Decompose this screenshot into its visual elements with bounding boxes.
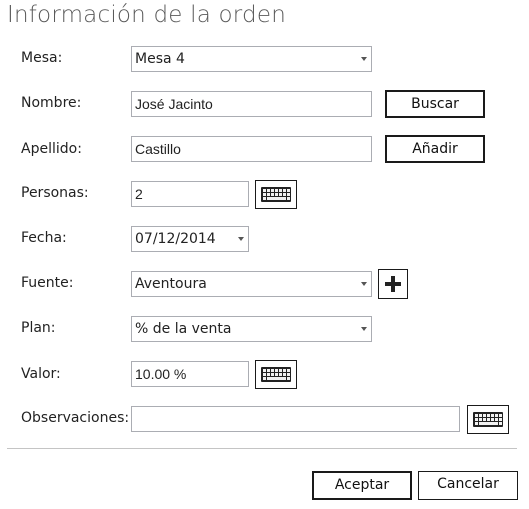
cancel-button[interactable]: Cancelar [418, 471, 518, 500]
add-fuente-button[interactable] [378, 269, 408, 299]
buscar-button[interactable]: Buscar [385, 90, 485, 118]
chevron-down-icon [361, 57, 367, 61]
plan-label: Plan: [21, 320, 56, 336]
plan-select[interactable]: % de la venta [131, 316, 372, 342]
keyboard-icon [261, 367, 291, 382]
plan-value: % de la venta [135, 321, 232, 337]
keyboard-icon [261, 187, 291, 202]
anadir-button[interactable]: Añadir [385, 135, 485, 163]
chevron-down-icon [361, 327, 367, 331]
mesa-value: Mesa 4 [135, 51, 185, 67]
personas-keyboard-button[interactable] [255, 180, 297, 209]
valor-input[interactable] [131, 361, 249, 387]
observaciones-label: Observaciones: [21, 410, 130, 426]
divider [7, 448, 517, 449]
fuente-value: Aventoura [135, 276, 207, 292]
keyboard-icon [473, 412, 503, 427]
nombre-label: Nombre: [21, 95, 82, 111]
window-title: Información de la orden [7, 2, 286, 28]
mesa-select[interactable]: Mesa 4 [131, 46, 372, 72]
personas-input[interactable] [131, 181, 249, 207]
nombre-input[interactable] [131, 91, 372, 117]
mesa-label: Mesa: [21, 50, 63, 66]
fecha-label: Fecha: [21, 230, 67, 246]
apellido-input[interactable] [131, 136, 372, 162]
valor-keyboard-button[interactable] [255, 360, 297, 389]
accept-button[interactable]: Aceptar [312, 471, 412, 500]
observaciones-keyboard-button[interactable] [467, 405, 509, 434]
fuente-label: Fuente: [21, 275, 74, 291]
fecha-value: 07/12/2014 [135, 231, 216, 247]
valor-label: Valor: [21, 366, 61, 382]
chevron-down-icon [238, 237, 244, 241]
personas-label: Personas: [21, 185, 89, 201]
fuente-select[interactable]: Aventoura [131, 271, 372, 297]
fecha-datepicker[interactable]: 07/12/2014 [131, 226, 249, 252]
observaciones-input[interactable] [131, 406, 460, 432]
chevron-down-icon [361, 282, 367, 286]
apellido-label: Apellido: [21, 141, 82, 157]
